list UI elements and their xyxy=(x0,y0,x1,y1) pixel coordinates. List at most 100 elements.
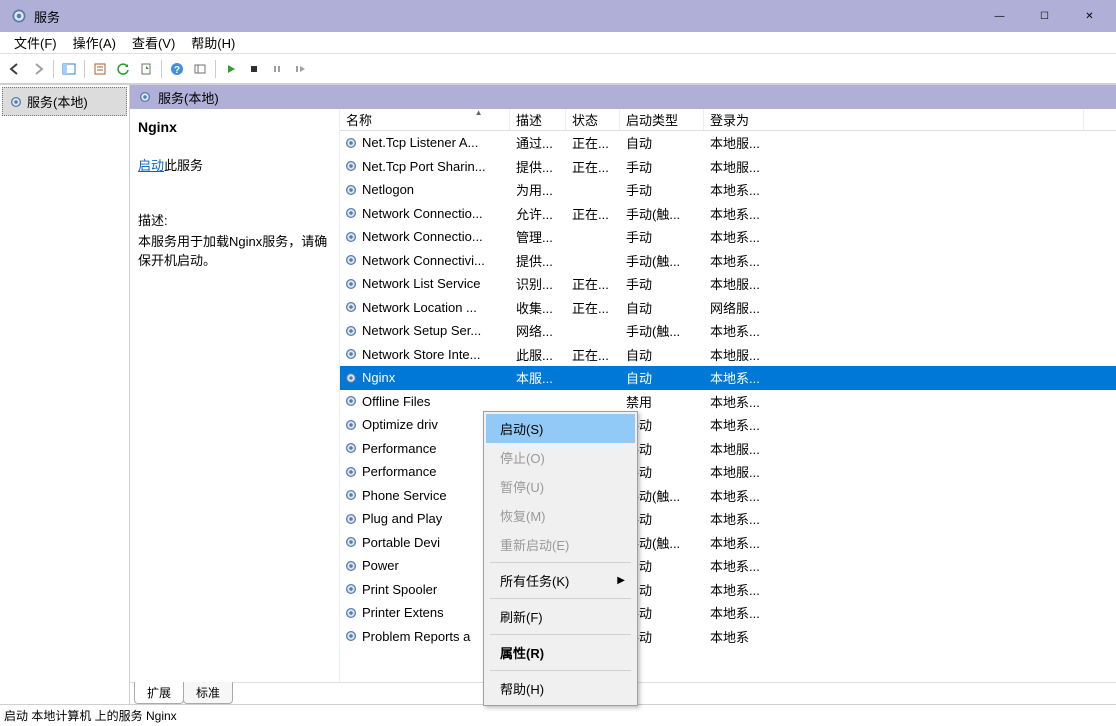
context-menu-separator xyxy=(490,634,631,635)
column-header-name[interactable]: 名称▲ xyxy=(340,109,510,130)
table-row[interactable]: Printer Extens手动本地系... xyxy=(340,601,1116,625)
column-header-login[interactable]: 登录为 xyxy=(704,109,1084,130)
context-menu-separator xyxy=(490,598,631,599)
table-row[interactable]: Plug and Play手动本地系... xyxy=(340,507,1116,531)
description-text: 本服务用于加载Nginx服务，请确保开机启动。 xyxy=(138,231,331,269)
tab[interactable]: 标准 xyxy=(183,682,233,704)
table-row[interactable]: Offline Files禁用本地系... xyxy=(340,390,1116,414)
service-desc-cell: 提供... xyxy=(510,157,566,176)
service-start-cell: 手动 xyxy=(620,180,704,199)
menu-item[interactable]: 查看(V) xyxy=(124,31,183,54)
service-state-cell: 正在... xyxy=(566,157,620,176)
service-login-cell: 本地系... xyxy=(704,603,1084,622)
service-name-cell: Performance xyxy=(362,464,436,479)
service-login-cell: 本地服... xyxy=(704,157,1084,176)
service-start-cell: 手动 xyxy=(620,274,704,293)
service-name-cell: Plug and Play xyxy=(362,511,442,526)
table-row[interactable]: Network Connectio...管理...手动本地系... xyxy=(340,225,1116,249)
service-name-cell: Offline Files xyxy=(362,394,430,409)
service-name-cell: Net.Tcp Port Sharin... xyxy=(362,159,486,174)
service-login-cell: 本地系... xyxy=(704,533,1084,552)
table-row[interactable]: Network Location ...收集...正在...自动网络服... xyxy=(340,296,1116,320)
table-row[interactable]: Network Connectio...允许...正在...手动(触...本地系… xyxy=(340,202,1116,226)
table-row[interactable]: Network List Service识别...正在...手动本地服... xyxy=(340,272,1116,296)
help-button[interactable]: ? xyxy=(166,58,188,80)
column-header-state[interactable]: 状态 xyxy=(566,109,620,130)
services-table: 名称▲ 描述 状态 启动类型 登录为 Net.Tcp Listener A...… xyxy=(340,109,1116,682)
close-button[interactable]: ✕ xyxy=(1067,1,1112,31)
tree-node-services-local[interactable]: 服务(本地) xyxy=(2,87,127,116)
export-button[interactable] xyxy=(135,58,157,80)
table-row[interactable]: Power自动本地系... xyxy=(340,554,1116,578)
service-start-cell: 手动(触... xyxy=(620,321,704,340)
gear-icon xyxy=(344,230,358,244)
menu-item[interactable]: 文件(F) xyxy=(6,31,65,54)
window-title: 服务 xyxy=(34,7,977,26)
svg-text:?: ? xyxy=(174,65,180,76)
table-row[interactable]: Optimize driv手动本地系... xyxy=(340,413,1116,437)
table-row[interactable]: Phone Service手动(触...本地系... xyxy=(340,484,1116,508)
table-row[interactable]: Print Spooler自动本地系... xyxy=(340,578,1116,602)
minimize-button[interactable]: — xyxy=(977,1,1022,31)
maximize-button[interactable]: ☐ xyxy=(1022,1,1067,31)
service-desc-cell: 网络... xyxy=(510,321,566,340)
service-name-cell: Nginx xyxy=(362,370,395,385)
context-menu-item[interactable]: 帮助(H) xyxy=(486,674,635,703)
right-panel-header: 服务(本地) xyxy=(130,85,1116,109)
table-row[interactable]: Performance手动本地服... xyxy=(340,437,1116,461)
service-name-cell: Network Connectio... xyxy=(362,229,483,244)
menu-item[interactable]: 帮助(H) xyxy=(183,31,243,54)
context-menu-item[interactable]: 启动(S) xyxy=(486,414,635,443)
service-login-cell: 本地系... xyxy=(704,321,1084,340)
start-suffix: 此服务 xyxy=(164,158,203,173)
title-bar: 服务 — ☐ ✕ xyxy=(0,0,1116,32)
toolbar-separator xyxy=(53,60,54,78)
tab[interactable]: 扩展 xyxy=(134,682,184,704)
restart-service-button[interactable] xyxy=(289,58,311,80)
start-service-button[interactable] xyxy=(220,58,242,80)
context-menu-item[interactable]: 刷新(F) xyxy=(486,602,635,631)
gear-icon xyxy=(344,559,358,573)
table-row[interactable]: Netlogon为用...手动本地系... xyxy=(340,178,1116,202)
properties-button[interactable] xyxy=(89,58,111,80)
table-row[interactable]: Network Store Inte...此服...正在...自动本地服... xyxy=(340,343,1116,367)
table-body[interactable]: Net.Tcp Listener A...通过...正在...自动本地服...N… xyxy=(340,131,1116,682)
service-name-cell: Print Spooler xyxy=(362,582,437,597)
back-button[interactable] xyxy=(4,58,26,80)
service-desc-cell: 允许... xyxy=(510,204,566,223)
service-start-cell: 手动 xyxy=(620,157,704,176)
service-desc-cell: 管理... xyxy=(510,227,566,246)
refresh-button[interactable] xyxy=(112,58,134,80)
table-row[interactable]: Network Connectivi...提供...手动(触...本地系... xyxy=(340,249,1116,273)
submenu-arrow-icon: ▶ xyxy=(617,575,625,586)
menu-item[interactable]: 操作(A) xyxy=(65,31,124,54)
gear-icon xyxy=(344,347,358,361)
detail-action-line: 启动此服务 xyxy=(138,155,331,174)
service-login-cell: 本地服... xyxy=(704,345,1084,364)
table-row[interactable]: Performance手动本地服... xyxy=(340,460,1116,484)
column-header-startup[interactable]: 启动类型 xyxy=(620,109,704,130)
column-header-description[interactable]: 描述 xyxy=(510,109,566,130)
table-row[interactable]: Problem Reports a此服手动本地系 xyxy=(340,625,1116,649)
stop-service-button[interactable] xyxy=(243,58,265,80)
table-row[interactable]: Nginx本服...自动本地系... xyxy=(340,366,1116,390)
context-menu-item[interactable]: 属性(R) xyxy=(486,638,635,667)
show-hide-tree-button[interactable] xyxy=(58,58,80,80)
start-service-link[interactable]: 启动 xyxy=(138,158,164,173)
table-row[interactable]: Net.Tcp Port Sharin... 提供...正在...手动本地服... xyxy=(340,155,1116,179)
service-login-cell: 本地系... xyxy=(704,368,1084,387)
pause-service-button[interactable] xyxy=(266,58,288,80)
forward-button[interactable] xyxy=(27,58,49,80)
table-row[interactable]: Network Setup Ser...网络...手动(触...本地系... xyxy=(340,319,1116,343)
table-row[interactable]: Net.Tcp Listener A...通过...正在...自动本地服... xyxy=(340,131,1116,155)
table-row[interactable]: Portable Devi手动(触...本地系... xyxy=(340,531,1116,555)
service-desc-cell: 识别... xyxy=(510,274,566,293)
gear-icon xyxy=(344,183,358,197)
toolbar-button[interactable] xyxy=(189,58,211,80)
service-login-cell: 本地系... xyxy=(704,580,1084,599)
gear-icon xyxy=(344,606,358,620)
context-menu-item[interactable]: 所有任务(K)▶ xyxy=(486,566,635,595)
service-login-cell: 本地服... xyxy=(704,274,1084,293)
status-bar: 启动 本地计算机 上的服务 Nginx xyxy=(0,704,1116,726)
context-menu-item: 暂停(U) xyxy=(486,472,635,501)
